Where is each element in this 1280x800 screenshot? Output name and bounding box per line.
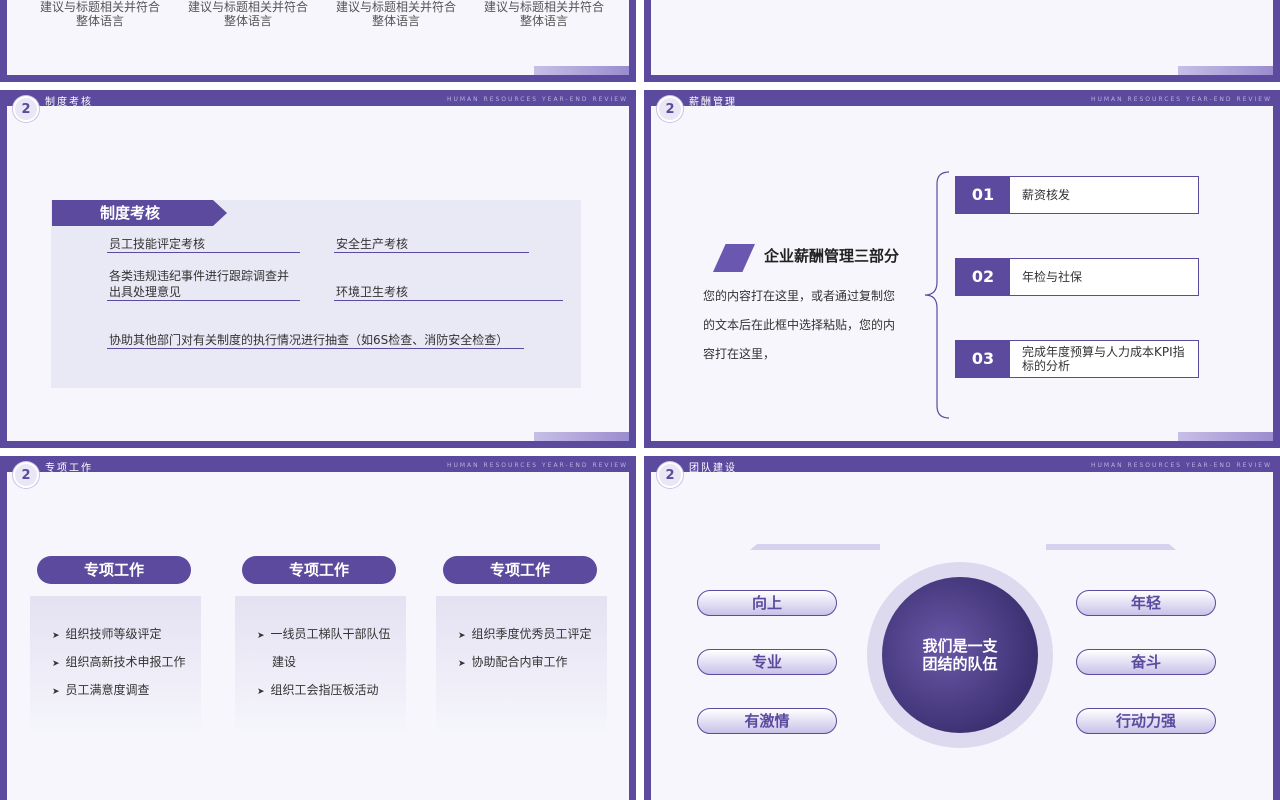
list-item: ➤ 一线员工梯队干部队伍 (257, 627, 391, 641)
compensation-item-2: 02 年检与社保 (955, 258, 1199, 296)
value-pill-left-1: 向上 (697, 590, 837, 616)
slide-special-work[interactable]: 专项工作 HUMAN RESOURCES YEAR-END REVIEW 2 ➤… (0, 456, 636, 800)
slide-compensation[interactable]: 薪酬管理 HUMAN RESOURCES YEAR-END REVIEW 2 企… (644, 90, 1280, 448)
value-pill-right-2: 奋斗 (1076, 649, 1216, 675)
slide-header-english: HUMAN RESOURCES YEAR-END REVIEW (446, 96, 628, 103)
list-item: ➤ 协助配合内审工作 (458, 655, 568, 669)
parallelogram-icon (713, 244, 755, 272)
section-tag: 制度考核 (52, 200, 227, 226)
slide0-text-4: 建议与标题相关并符合 整体语言 (483, 0, 604, 28)
slide-system-assessment[interactable]: 制度考核 HUMAN RESOURCES YEAR-END REVIEW 2 制… (0, 90, 636, 448)
body-paragraph: 您的内容打在这里，或者通过复制您的文本后在此框中选择粘贴，您的内容打在这里， (703, 289, 896, 361)
value-pill-left-3: 有激情 (697, 708, 837, 734)
assessment-item: 员工技能评定考核 (107, 236, 300, 253)
deco-bar (1178, 432, 1273, 441)
value-pill-right-3: 行动力强 (1076, 708, 1216, 734)
arrow-icon: ➤ (458, 631, 466, 641)
slide-header-english: HUMAN RESOURCES YEAR-END REVIEW (1090, 462, 1272, 469)
center-slogan: 我们是一支 团结的队伍 (922, 637, 998, 673)
section-number-badge: 2 (657, 462, 683, 488)
section-heading: 企业薪酬管理三部分 (764, 247, 900, 265)
left-arrow-icon (750, 544, 880, 550)
section-number-badge: 2 (13, 462, 39, 488)
slide0-text-2: 建议与标题相关并符合 整体语言 (187, 0, 308, 28)
compensation-item-1: 01 薪资核发 (955, 176, 1199, 214)
slide-top-left[interactable]: 建议与标题相关并符合 整体语言 建议与标题相关并符合 整体语言 建议与标题相关并… (0, 0, 636, 82)
arrow-icon: ➤ (52, 659, 60, 669)
slide-top-right[interactable] (644, 0, 1280, 82)
brace-icon (924, 171, 950, 419)
arrow-icon: ➤ (458, 659, 466, 669)
list-item: ➤ 员工满意度调查 (52, 683, 150, 697)
assessment-item: 协助其他部门对有关制度的执行情况进行抽查（如6S检查、消防安全检查） (107, 332, 524, 349)
assessment-item: 各类违规违纪事件进行跟踪调查并 出具处理意见 (107, 268, 300, 301)
assessment-item: 环境卫生考核 (334, 284, 563, 301)
slide-header-english: HUMAN RESOURCES YEAR-END REVIEW (446, 462, 628, 469)
item-number: 01 (956, 177, 1010, 213)
work-pill-2: 专项工作 (242, 556, 396, 584)
section-number-badge: 2 (13, 96, 39, 122)
section-number-badge: 2 (657, 96, 683, 122)
list-item: 建设 (272, 655, 297, 669)
item-label: 薪资核发 (1022, 188, 1071, 202)
list-item: ➤ 组织工会指压板活动 (257, 683, 379, 697)
deco-bar (1178, 66, 1273, 75)
slide0-text-1: 建议与标题相关并符合 整体语言 (39, 0, 160, 28)
item-number: 02 (956, 259, 1010, 295)
slide0-text-3: 建议与标题相关并符合 整体语言 (335, 0, 456, 28)
item-label: 年检与社保 (1022, 270, 1083, 284)
list-item: ➤ 组织高新技术申报工作 (52, 655, 186, 669)
arrow-icon: ➤ (52, 631, 60, 641)
work-pill-3: 专项工作 (443, 556, 597, 584)
compensation-item-3: 03 完成年度预算与人力成本KPI指标的分析 (955, 340, 1199, 378)
slide-team-building[interactable]: 团队建设 HUMAN RESOURCES YEAR-END REVIEW 2 我… (644, 456, 1280, 800)
list-item: ➤ 组织季度优秀员工评定 (458, 627, 592, 641)
value-pill-left-2: 专业 (697, 649, 837, 675)
arrow-icon: ➤ (257, 687, 265, 697)
item-label: 完成年度预算与人力成本KPI指标的分析 (1022, 345, 1185, 373)
arrow-icon: ➤ (52, 687, 60, 697)
work-card-3: ➤ 组织季度优秀员工评定 ➤ 协助配合内审工作 (436, 596, 607, 736)
slide-header-english: HUMAN RESOURCES YEAR-END REVIEW (1090, 96, 1272, 103)
arrow-icon: ➤ (257, 631, 265, 641)
assessment-item: 安全生产考核 (334, 236, 529, 253)
right-arrow-icon (1046, 544, 1176, 550)
list-item: ➤ 组织技师等级评定 (52, 627, 162, 641)
deco-bar (534, 432, 629, 441)
work-pill-1: 专项工作 (37, 556, 191, 584)
work-card-1: ➤ 组织技师等级评定 ➤ 组织高新技术申报工作 ➤ 员工满意度调查 (30, 596, 201, 736)
work-card-2: ➤ 一线员工梯队干部队伍 建设 ➤ 组织工会指压板活动 (235, 596, 406, 736)
value-pill-right-1: 年轻 (1076, 590, 1216, 616)
deco-bar (534, 66, 629, 75)
item-number: 03 (956, 341, 1010, 377)
